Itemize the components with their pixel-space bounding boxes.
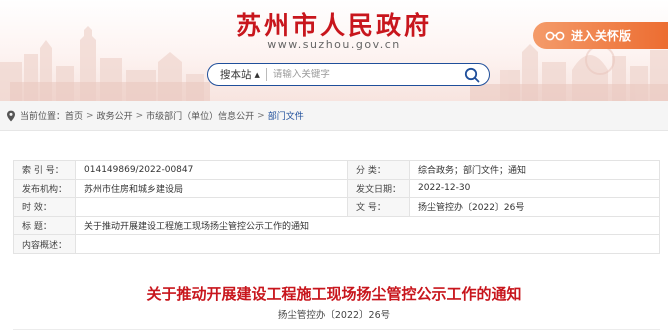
- effect-value: [75, 197, 349, 217]
- breadcrumb-prefix: 当前位置：: [20, 112, 66, 122]
- meta-row: 发布机构： 苏州市住房和城乡建设局 发文日期： 2022-12-30: [12, 178, 660, 199]
- search-divider: [265, 68, 267, 81]
- meta-row: 标 题： 关于推动开展建设工程施工现场扬尘管控公示工作的通知: [12, 215, 660, 236]
- title-value: 关于推动开展建设工程施工现场扬尘管控公示工作的通知: [75, 215, 660, 236]
- summary-label: 内容概述：: [12, 234, 77, 254]
- breadcrumb-open-gov[interactable]: 政务公开: [97, 109, 133, 122]
- date-label: 发文日期：: [347, 178, 411, 199]
- index-value: 014149869/2022-00847: [75, 160, 349, 180]
- search-input[interactable]: [272, 69, 461, 80]
- search-scope-select[interactable]: 搜本站 ▲: [208, 64, 260, 85]
- search-bar: 搜本站 ▲: [207, 63, 490, 86]
- document-title: 关于推动开展建设工程施工现场扬尘管控公示工作的通知: [146, 285, 522, 303]
- docno-label: 文 号：: [347, 197, 411, 217]
- care-mode-button[interactable]: 进入关怀版: [533, 22, 668, 49]
- location-pin-icon: [7, 110, 15, 121]
- docno-value: 扬尘管控办〔2022〕26号: [409, 197, 660, 217]
- breadcrumb-home[interactable]: 首页: [65, 109, 83, 122]
- breadcrumb-municipal-depts[interactable]: 市级部门（单位）信息公开: [146, 109, 254, 122]
- search-scope-label: 搜本站: [220, 69, 252, 81]
- date-value: 2022-12-30: [409, 178, 660, 199]
- summary-value: [75, 234, 660, 254]
- caret-up-icon: ▲: [254, 70, 260, 79]
- category-label: 分 类：: [347, 160, 411, 180]
- search-icon[interactable]: [461, 64, 483, 86]
- effect-label: 时 效：: [12, 197, 77, 217]
- breadcrumb-separator: >: [257, 110, 265, 121]
- index-label: 索 引 号：: [12, 160, 77, 180]
- document-number: 扬尘管控办〔2022〕26号: [277, 310, 391, 321]
- breadcrumb: 当前位置： 首页 > 政务公开 > 市级部门（单位）信息公开 > 部门文件: [0, 101, 668, 131]
- publisher-label: 发布机构：: [12, 178, 77, 199]
- breadcrumb-separator: >: [86, 110, 94, 121]
- document-meta-table: 索 引 号： 014149869/2022-00847 分 类： 综合政务；部门…: [12, 160, 660, 254]
- title-label: 标 题：: [12, 215, 77, 236]
- breadcrumb-separator: >: [135, 110, 144, 121]
- meta-row: 时 效： 文 号： 扬尘管控办〔2022〕26号: [12, 197, 660, 217]
- divider: [13, 329, 660, 330]
- meta-row: 内容概述：: [12, 234, 660, 254]
- meta-row: 索 引 号： 014149869/2022-00847 分 类： 综合政务；部门…: [12, 160, 660, 180]
- glasses-icon: [545, 31, 565, 40]
- breadcrumb-dept-files[interactable]: 部门文件: [268, 109, 304, 122]
- care-mode-label: 进入关怀版: [571, 29, 632, 43]
- publisher-value: 苏州市住房和城乡建设局: [75, 178, 349, 199]
- site-header: 苏州市人民政府 www.suzhou.gov.cn 进入关怀版 搜本站 ▲: [0, 0, 668, 101]
- category-value: 综合政务；部门文件；通知: [409, 160, 660, 180]
